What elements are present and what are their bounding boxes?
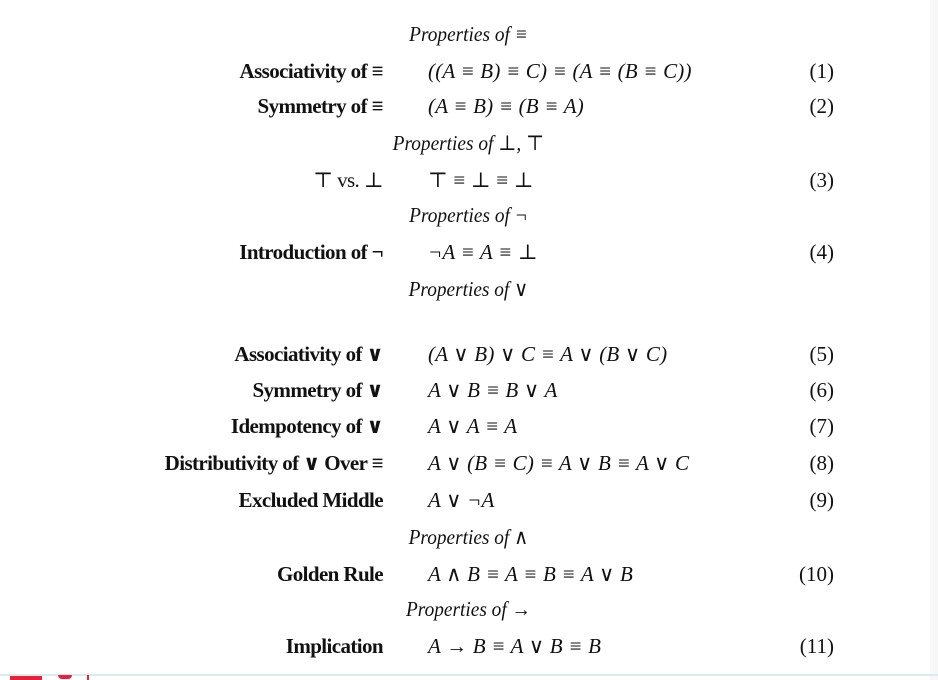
law-name: Associativity of ≡ <box>239 59 384 83</box>
section-heading-negation: Properties of ¬ <box>37 203 900 227</box>
law-name: Idempotency of ∨ <box>230 414 384 438</box>
section-heading-bottom-top: Properties of ⊥, ⊤ <box>37 131 900 155</box>
law-formula: A ∨ B ≡ B ∨ A <box>428 378 558 402</box>
law-name: Associativity of ∨ <box>234 342 383 366</box>
heading-text: Properties of ⊥, ⊤ <box>392 131 545 155</box>
law-row: Excluded Middle A ∨ ¬A (9) <box>0 487 938 513</box>
equation-number: (8) <box>809 451 835 475</box>
law-formula: ((A ≡ B) ≡ C) ≡ (A ≡ (B ≡ C)) <box>428 59 692 83</box>
equation-number: (3) <box>809 168 835 192</box>
law-row: Implication A → B ≡ A ∨ B ≡ B (11) <box>0 633 938 659</box>
equation-number: (11) <box>799 634 834 658</box>
law-formula: ⊤ ≡ ⊥ ≡ ⊥ <box>428 168 534 192</box>
equation-number: (1) <box>809 59 835 83</box>
section-heading-equivalence: Properties of ≡ <box>37 22 900 46</box>
law-formula: A ∨ (B ≡ C) ≡ A ∨ B ≡ A ∨ C <box>428 451 690 475</box>
law-formula: (A ∨ B) ∨ C ≡ A ∨ (B ∨ C) <box>428 342 668 366</box>
bottom-divider <box>0 674 938 676</box>
law-row: Associativity of ∨ (A ∨ B) ∨ C ≡ A ∨ (B … <box>0 341 938 367</box>
logo-fragment <box>58 675 72 679</box>
equation-number: (10) <box>799 562 834 586</box>
document-page: Properties of ≡ Associativity of ≡ ((A ≡… <box>0 0 938 680</box>
equation-number: (6) <box>809 378 835 402</box>
law-formula: A ∨ ¬A <box>428 488 495 512</box>
law-name: Symmetry of ∨ <box>252 378 383 402</box>
heading-text: Properties of ≡ <box>409 22 528 46</box>
law-row: Introduction of ¬ ¬A ≡ A ≡ ⊥ (4) <box>0 239 938 265</box>
equation-number: (4) <box>809 240 835 264</box>
law-row: Symmetry of ∨ A ∨ B ≡ B ∨ A (6) <box>0 377 938 403</box>
law-row: Distributivity of ∨ Over ≡ A ∨ (B ≡ C) ≡… <box>0 450 938 476</box>
law-formula: A → B ≡ A ∨ B ≡ B <box>428 634 602 658</box>
law-formula: ¬A ≡ A ≡ ⊥ <box>428 240 538 264</box>
law-name: Implication <box>285 634 384 658</box>
law-name: Excluded Middle <box>238 488 384 512</box>
law-name: Introduction of ¬ <box>239 240 383 264</box>
law-row: ⊤ vs. ⊥ ⊤ ≡ ⊥ ≡ ⊥ (3) <box>0 167 938 193</box>
law-row: Golden Rule A ∧ B ≡ A ≡ B ≡ A ∨ B (10) <box>0 561 938 587</box>
page-edge-shadow <box>930 0 938 680</box>
heading-text: Properties of ∧ <box>408 525 529 549</box>
heading-text: Properties of ¬ <box>409 203 528 227</box>
logo-fragment <box>87 675 89 680</box>
equation-number: (2) <box>809 94 835 118</box>
equation-number: (9) <box>809 488 835 512</box>
section-heading-conjunction: Properties of ∧ <box>37 525 900 549</box>
section-heading-disjunction: Properties of ∨ <box>37 277 900 301</box>
law-name: Symmetry of ≡ <box>257 94 384 118</box>
equation-number: (7) <box>809 414 835 438</box>
law-formula: (A ≡ B) ≡ (B ≡ A) <box>428 94 584 118</box>
law-name: Golden Rule <box>277 562 384 586</box>
law-row: Symmetry of ≡ (A ≡ B) ≡ (B ≡ A) (2) <box>0 93 938 119</box>
law-row: Idempotency of ∨ A ∨ A ≡ A (7) <box>0 413 938 439</box>
law-name: Distributivity of ∨ Over ≡ <box>164 451 384 475</box>
law-formula: A ∧ B ≡ A ≡ B ≡ A ∨ B <box>428 562 634 586</box>
equation-number: (5) <box>809 342 835 366</box>
law-row: Associativity of ≡ ((A ≡ B) ≡ C) ≡ (A ≡ … <box>0 58 938 84</box>
law-name: ⊤ vs. ⊥ <box>313 168 383 192</box>
logo-fragment <box>10 676 42 680</box>
heading-text: Properties of → <box>406 597 531 621</box>
heading-text: Properties of ∨ <box>408 277 529 301</box>
law-formula: A ∨ A ≡ A <box>428 414 518 438</box>
section-heading-implication: Properties of → <box>37 597 900 621</box>
